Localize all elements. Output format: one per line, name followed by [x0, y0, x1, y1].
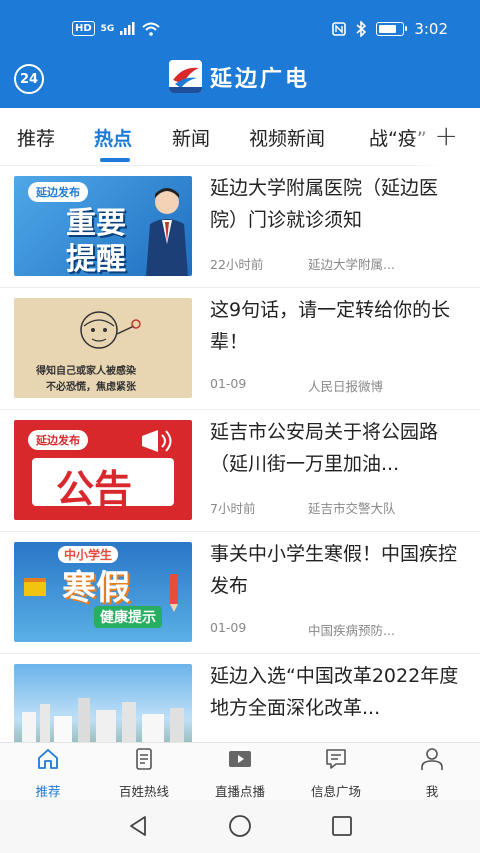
tab-news[interactable]: 新闻 [172, 124, 210, 151]
news-source: 中国疾病预防... [308, 623, 395, 638]
hd-indicator: HD [72, 21, 95, 36]
tab-recommend[interactable]: 推荐 [17, 124, 55, 151]
home-icon [38, 749, 58, 769]
tab-video-news[interactable]: 视频新闻 [249, 124, 325, 151]
pencil-icon [170, 574, 178, 612]
nav-label: 信息广场 [310, 784, 361, 799]
battery-icon [376, 22, 408, 36]
news-time: 7小时前 [210, 501, 256, 516]
weather-badge[interactable]: 24 [14, 64, 44, 94]
person-icon [421, 748, 443, 770]
thumb-sub: 健康提示 [94, 606, 162, 628]
nav-hotline[interactable]: 百姓热线 [96, 743, 192, 801]
nav-recommend[interactable]: 推荐 [0, 743, 96, 801]
news-title: 延吉市公安局关于将公园路（延川街一万里加油... [210, 421, 439, 475]
nav-label: 推荐 [35, 784, 61, 799]
news-thumbnail: 延边发布 公告 [14, 420, 192, 520]
news-title: 延边入选“中国改革2022年度地方全面深化改革... [210, 665, 459, 719]
news-time: 22小时前 [210, 257, 264, 272]
status-right: 3:02 [332, 20, 448, 38]
thumb-main: 公告 [56, 467, 133, 511]
app-header: 24 延边广电 [0, 58, 480, 108]
thumb-badge: 延边发布 [28, 430, 88, 450]
news-thumbnail: 中小学生 寒假 健康提示 [14, 542, 192, 642]
thumb-main: 寒假 [62, 568, 130, 608]
thumb-caption1: 得知自己或家人被感染 [36, 366, 136, 377]
nav-label: 我 [425, 784, 439, 799]
thumb-line2: 提醒 [66, 242, 126, 276]
news-list: 延边发布 重要 提醒 延边大学附属医院（延边医院）门诊就诊须知 22小时前 延边… [0, 166, 480, 742]
active-tab-indicator [100, 158, 130, 162]
nav-me[interactable]: 我 [384, 743, 480, 801]
battery-fill [379, 25, 397, 33]
tab-hot[interactable]: 热点 [94, 124, 132, 151]
document-icon [136, 748, 152, 770]
elderly-illustration [80, 311, 141, 349]
news-source: 延吉市交警大队 [308, 501, 396, 516]
news-item[interactable]: 得知自己或家人被感染 不必恐慌，焦虑紧张 这9句话，请一定转给你的长辈！ 01-… [0, 288, 480, 410]
app-logo: 延边广电 [169, 60, 310, 93]
news-title: 延边大学附属医院（延边医院）门诊就诊须知 [210, 177, 439, 231]
news-item[interactable]: 中小学生 寒假 健康提示 事关中小学生寒假！中国疾控发布 01-09 中国疾病预… [0, 532, 480, 654]
nfc-icon [332, 22, 347, 36]
city-skyline-illustration [22, 698, 184, 742]
nav-label: 百姓热线 [118, 784, 169, 799]
news-time: 01-09 [210, 376, 247, 391]
play-icon [229, 751, 251, 767]
recents-icon[interactable] [331, 814, 353, 838]
bottom-navigation: 推荐 百姓热线 直播点播 信息广场 我 [0, 742, 480, 800]
news-thumbnail: 得知自己或家人被感染 不必恐慌，焦虑紧张 [14, 298, 192, 398]
nav-live-vod[interactable]: 直播点播 [192, 743, 288, 801]
message-icon [326, 749, 346, 769]
nav-info-square[interactable]: 信息广场 [288, 743, 384, 801]
system-navigation [0, 800, 480, 853]
megaphone-icon [142, 430, 172, 452]
home-button-icon[interactable] [228, 814, 252, 838]
news-title: 事关中小学生寒假！中国疾控发布 [210, 543, 458, 597]
news-item[interactable]: 延边发布 重要 提醒 延边大学附属医院（延边医院）门诊就诊须知 22小时前 延边… [0, 166, 480, 288]
news-thumbnail: 延边发布 重要 提醒 [14, 176, 192, 276]
news-item[interactable]: 延边发布 公告 延吉市公安局关于将公园路（延川街一万里加油... 7小时前 延吉… [0, 410, 480, 532]
news-source: 人民日报微博 [308, 379, 384, 394]
yanbian-tv-logo-icon [169, 60, 202, 93]
signal-icon [120, 22, 135, 35]
news-time: 01-09 [210, 620, 247, 635]
bluetooth-icon [356, 21, 367, 37]
back-icon[interactable] [127, 814, 149, 838]
news-title: 这9句话，请一定转给你的长辈！ [210, 299, 451, 353]
wifi-icon [142, 22, 160, 36]
status-bar: HD 5G 3:02 [0, 0, 480, 58]
book-icon [24, 578, 46, 596]
network-indicator: 5G [100, 23, 115, 34]
app-name: 延边广电 [210, 65, 311, 92]
nav-label: 直播点播 [214, 784, 265, 799]
thumb-caption2: 不必恐慌，焦虑紧张 [46, 382, 136, 393]
category-tabs: 推荐 热点 新闻 视频新闻 战“疫” 热 + [0, 108, 480, 166]
clock: 3:02 [414, 20, 448, 38]
plus-icon[interactable]: + [435, 119, 458, 152]
news-source: 延边大学附属... [308, 257, 395, 272]
presenter-illustration [146, 188, 188, 276]
status-left: HD 5G [72, 21, 160, 36]
news-item[interactable]: 延边入选“中国改革2022年度地方全面深化改革... [0, 654, 480, 742]
news-thumbnail [14, 664, 192, 742]
